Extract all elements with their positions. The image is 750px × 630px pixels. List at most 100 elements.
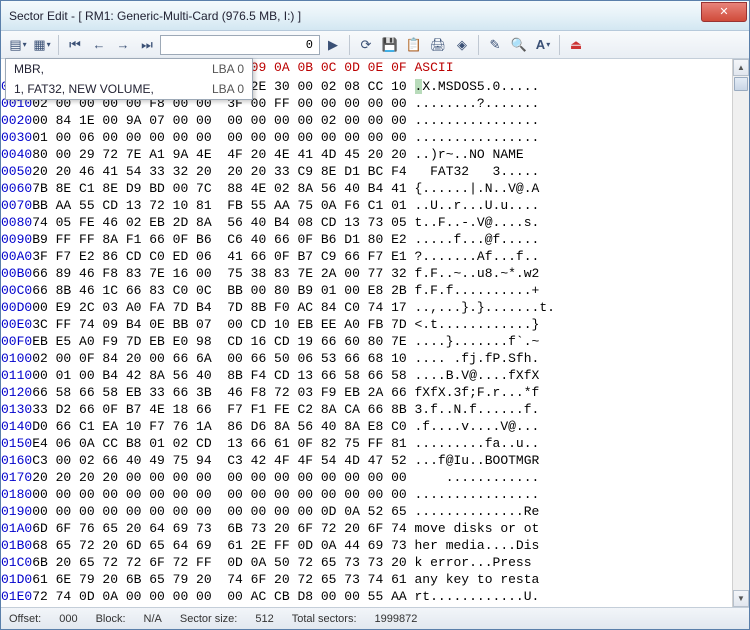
copy-icon[interactable]: 📋 xyxy=(403,34,425,56)
hex-row[interactable]: 003001 00 06 00 00 00 00 00 00 00 00 00 … xyxy=(1,129,555,146)
hex-cell[interactable]: 66 89 46 F8 83 7E 16 00 75 38 83 7E 2A 0… xyxy=(32,265,414,282)
hex-cell[interactable]: C3 00 02 66 40 49 75 94 C3 42 4F 4F 54 4… xyxy=(32,452,414,469)
ascii-cell[interactable]: .........fa..u.. xyxy=(415,435,555,452)
hex-row[interactable]: 00A03F F7 E2 86 CD C0 ED 06 41 66 0F B7 … xyxy=(1,248,555,265)
ascii-cell[interactable]: ........?....... xyxy=(415,95,555,112)
ascii-cell[interactable]: {......|.N..V@.A xyxy=(415,180,555,197)
nav-last-icon[interactable]: ⏭ xyxy=(136,34,158,56)
ascii-cell[interactable]: <.t............} xyxy=(415,316,555,333)
ascii-cell[interactable]: .f....v....V@... xyxy=(415,418,555,435)
hex-row[interactable]: 010002 00 0F 84 20 00 66 6A 00 66 50 06 … xyxy=(1,350,555,367)
hex-cell[interactable]: 3C FF 74 09 B4 0E BB 07 00 CD 10 EB EE A… xyxy=(32,316,414,333)
hex-row[interactable]: 013033 D2 66 0F B7 4E 18 66 F7 F1 FE C2 … xyxy=(1,401,555,418)
scroll-up-icon[interactable]: ▲ xyxy=(733,59,749,76)
hex-cell[interactable]: 33 D2 66 0F B7 4E 18 66 F7 F1 FE C2 8A C… xyxy=(32,401,414,418)
hex-cell[interactable]: 20 20 46 41 54 33 32 20 20 20 33 C9 8E D… xyxy=(32,163,414,180)
popup-item-mbr[interactable]: MBR, LBA 0 xyxy=(6,59,252,79)
save-icon[interactable]: 💾 xyxy=(379,34,401,56)
ascii-cell[interactable]: ................ xyxy=(415,112,555,129)
hex-cell[interactable]: 61 6E 79 20 6B 65 79 20 74 6F 20 72 65 7… xyxy=(32,571,414,588)
hex-row[interactable]: 018000 00 00 00 00 00 00 00 00 00 00 00 … xyxy=(1,486,555,503)
hex-row[interactable]: 004080 00 29 72 7E A1 9A 4E 4F 20 4E 41 … xyxy=(1,146,555,163)
hex-row[interactable]: 01D061 6E 79 20 6B 65 79 20 74 6F 20 72 … xyxy=(1,571,555,588)
ascii-cell[interactable]: .X.MSDOS5.0..... xyxy=(415,78,555,95)
search-icon[interactable]: 🔍 xyxy=(508,34,530,56)
scroll-down-icon[interactable]: ▼ xyxy=(733,590,749,607)
hex-cell[interactable]: 6B 20 65 72 72 6F 72 FF 0D 0A 50 72 65 7… xyxy=(32,554,414,571)
print-icon[interactable]: 🖨 xyxy=(427,34,449,56)
hex-cell[interactable]: 68 65 72 20 6D 65 64 69 61 2E FF 0D 0A 4… xyxy=(32,537,414,554)
exit-icon[interactable]: ⏏ xyxy=(565,34,587,56)
hex-cell[interactable]: 3F F7 E2 86 CD C0 ED 06 41 66 0F B7 C9 6… xyxy=(32,248,414,265)
hex-row[interactable]: 011000 01 00 B4 42 8A 56 40 8B F4 CD 13 … xyxy=(1,367,555,384)
ascii-cell[interactable]: .... .fj.fP.Sfh. xyxy=(415,350,555,367)
ascii-cell[interactable]: ?.......Af...f.. xyxy=(415,248,555,265)
ascii-cell[interactable]: ..U..r...U.u.... xyxy=(415,197,555,214)
hex-cell[interactable]: 66 8B 46 1C 66 83 C0 0C BB 00 80 B9 01 0… xyxy=(32,282,414,299)
hex-row[interactable]: 0090B9 FF FF 8A F1 66 0F B6 C6 40 66 0F … xyxy=(1,231,555,248)
hex-row[interactable]: 019000 00 00 00 00 00 00 00 00 00 00 00 … xyxy=(1,503,555,520)
ascii-cell[interactable]: .....f...@f..... xyxy=(415,231,555,248)
hex-row[interactable]: 00D000 E9 2C 03 A0 FA 7D B4 7D 8B F0 AC … xyxy=(1,299,555,316)
font-dropdown-button[interactable]: A xyxy=(532,34,554,56)
view-dropdown-button[interactable]: ▦ xyxy=(31,34,53,56)
hex-row[interactable]: 01E072 74 0D 0A 00 00 00 00 00 AC CB D8 … xyxy=(1,588,555,605)
ascii-cell[interactable]: ..............Re xyxy=(415,503,555,520)
hex-cell[interactable]: EB E5 A0 F9 7D EB E0 98 CD 16 CD 19 66 6… xyxy=(32,333,414,350)
vertical-scrollbar[interactable]: ▲ ▼ xyxy=(732,59,749,607)
edit-icon[interactable]: ✎ xyxy=(484,34,506,56)
hex-row[interactable]: 00C066 8B 46 1C 66 83 C0 0C BB 00 80 B9 … xyxy=(1,282,555,299)
hex-row[interactable]: 0150E4 06 0A CC B8 01 02 CD 13 66 61 0F … xyxy=(1,435,555,452)
hex-row[interactable]: 002000 84 1E 00 9A 07 00 00 00 00 00 00 … xyxy=(1,112,555,129)
offset-input[interactable] xyxy=(160,35,320,55)
hex-cell[interactable]: 6D 6F 76 65 20 64 69 73 6B 73 20 6F 72 2… xyxy=(32,520,414,537)
hex-cell[interactable]: 72 74 0D 0A 00 00 00 00 00 AC CB D8 00 0… xyxy=(32,588,414,605)
hex-view[interactable]: 00 01 02 03 04 05 06 07 08 09 0A 0B 0C 0… xyxy=(1,59,749,607)
hex-cell[interactable]: 20 20 20 20 00 00 00 00 00 00 00 00 00 0… xyxy=(32,469,414,486)
hex-cell[interactable]: BB AA 55 CD 13 72 10 81 FB 55 AA 75 0A F… xyxy=(32,197,414,214)
hex-cell[interactable]: 66 58 66 58 EB 33 66 3B 46 F8 72 03 F9 E… xyxy=(32,384,414,401)
hex-row[interactable]: 017020 20 20 20 00 00 00 00 00 00 00 00 … xyxy=(1,469,555,486)
hex-row[interactable]: 00E03C FF 74 09 B4 0E BB 07 00 CD 10 EB … xyxy=(1,316,555,333)
hex-row[interactable]: 005020 20 46 41 54 33 32 20 20 20 33 C9 … xyxy=(1,163,555,180)
ascii-cell[interactable]: ....B.V@....fXfX xyxy=(415,367,555,384)
ascii-cell[interactable]: ..,...}.}.......t. xyxy=(415,299,555,316)
popup-item-partition-1[interactable]: 1, FAT32, NEW VOLUME, LBA 0 xyxy=(6,79,252,99)
ascii-cell[interactable]: FAT32 3..... xyxy=(415,163,555,180)
close-button[interactable]: ✕ xyxy=(701,2,747,22)
ascii-cell[interactable]: k error...Press xyxy=(415,554,555,571)
hex-row[interactable]: 0070BB AA 55 CD 13 72 10 81 FB 55 AA 75 … xyxy=(1,197,555,214)
hex-row[interactable]: 0160C3 00 02 66 40 49 75 94 C3 42 4F 4F … xyxy=(1,452,555,469)
ascii-cell[interactable]: fXfX.3f;F.r...*f xyxy=(415,384,555,401)
ascii-cell[interactable]: rt............U. xyxy=(415,588,555,605)
ascii-cell[interactable]: ..)r~..NO NAME xyxy=(415,146,555,163)
ascii-cell[interactable]: move disks or ot xyxy=(415,520,555,537)
ascii-cell[interactable]: t..F..-.V@....s. xyxy=(415,214,555,231)
hex-cell[interactable]: D0 66 C1 EA 10 F7 76 1A 86 D6 8A 56 40 8… xyxy=(32,418,414,435)
hex-cell[interactable]: 01 00 06 00 00 00 00 00 00 00 00 00 00 0… xyxy=(32,129,414,146)
ascii-cell[interactable]: ...f@Iu..BOOTMGR xyxy=(415,452,555,469)
hex-cell[interactable]: B9 FF FF 8A F1 66 0F B6 C6 40 66 0F B6 D… xyxy=(32,231,414,248)
hex-cell[interactable]: 00 00 00 00 00 00 00 00 00 00 00 00 0D 0… xyxy=(32,503,414,520)
ascii-cell[interactable]: f.F.f..........+ xyxy=(415,282,555,299)
hex-cell[interactable]: 00 84 1E 00 9A 07 00 00 00 00 00 00 02 0… xyxy=(32,112,414,129)
hex-row[interactable]: 01B068 65 72 20 6D 65 64 69 61 2E FF 0D … xyxy=(1,537,555,554)
hex-cell[interactable]: 80 00 29 72 7E A1 9A 4E 4F 20 4E 41 4D 4… xyxy=(32,146,414,163)
hex-cell[interactable]: E4 06 0A CC B8 01 02 CD 13 66 61 0F 82 7… xyxy=(32,435,414,452)
ascii-cell[interactable]: any key to resta xyxy=(415,571,555,588)
doc-dropdown-button[interactable]: ▤ xyxy=(7,34,29,56)
hex-cell[interactable]: 02 00 0F 84 20 00 66 6A 00 66 50 06 53 6… xyxy=(32,350,414,367)
hex-cell[interactable]: 7B 8E C1 8E D9 BD 00 7C 88 4E 02 8A 56 4… xyxy=(32,180,414,197)
go-button[interactable]: ▶ xyxy=(322,34,344,56)
refresh-icon[interactable]: ⟳ xyxy=(355,34,377,56)
hex-cell[interactable]: 00 E9 2C 03 A0 FA 7D B4 7D 8B F0 AC 84 C… xyxy=(32,299,414,316)
tag-icon[interactable]: ◈ xyxy=(451,34,473,56)
hex-row[interactable]: 01C06B 20 65 72 72 6F 72 FF 0D 0A 50 72 … xyxy=(1,554,555,571)
ascii-cell[interactable]: ............ xyxy=(415,469,555,486)
hex-cell[interactable]: 00 01 00 B4 42 8A 56 40 8B F4 CD 13 66 5… xyxy=(32,367,414,384)
nav-next-icon[interactable]: → xyxy=(112,34,134,56)
hex-cell[interactable]: 74 05 FE 46 02 EB 2D 8A 56 40 B4 08 CD 1… xyxy=(32,214,414,231)
hex-row[interactable]: 00B066 89 46 F8 83 7E 16 00 75 38 83 7E … xyxy=(1,265,555,282)
nav-prev-icon[interactable]: ← xyxy=(88,34,110,56)
hex-row[interactable]: 008074 05 FE 46 02 EB 2D 8A 56 40 B4 08 … xyxy=(1,214,555,231)
